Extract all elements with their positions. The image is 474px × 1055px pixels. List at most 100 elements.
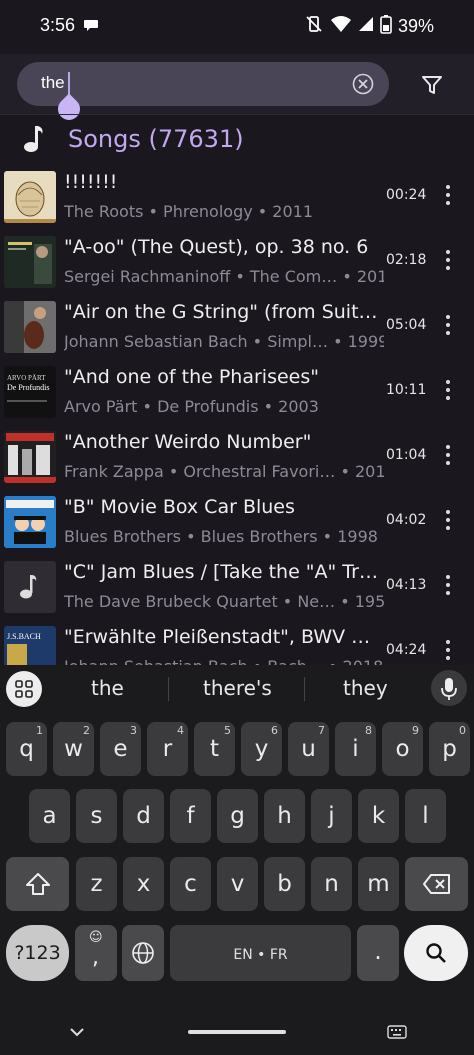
apps-grid-icon[interactable]	[6, 671, 42, 707]
search-key[interactable]	[404, 925, 468, 981]
album-art-blues-brothers	[4, 496, 56, 548]
song-subtitle: Johann Sebastian Bach • Simpl… • 1999	[64, 332, 384, 351]
period-key[interactable]: .	[357, 925, 399, 981]
language-key[interactable]	[122, 925, 164, 981]
song-duration: 02:18	[386, 252, 427, 268]
backspace-key[interactable]	[405, 857, 468, 911]
key-o[interactable]: 9o	[382, 722, 423, 776]
key-label: e	[113, 736, 128, 762]
album-art-bach-cello	[4, 301, 56, 353]
navigation-bar	[0, 1010, 474, 1055]
key-p[interactable]: 0p	[429, 722, 470, 776]
home-gesture-bar[interactable]	[188, 1030, 286, 1034]
key-q[interactable]: 1q	[6, 722, 47, 776]
song-row[interactable]: !!!!!!! The Roots • Phrenology • 2011 00…	[0, 165, 474, 230]
soft-keyboard: the there's they 1q2w3e4r5t6y7u8i9o0p as…	[0, 665, 474, 1055]
more-options-icon[interactable]	[438, 378, 458, 402]
search-input[interactable]: the	[17, 62, 389, 125]
key-i[interactable]: 8i	[335, 722, 376, 776]
clear-icon[interactable]	[352, 73, 374, 95]
key-z[interactable]: z	[76, 857, 117, 911]
more-options-icon[interactable]	[438, 313, 458, 337]
key-v[interactable]: v	[217, 857, 258, 911]
status-icons: 39%	[304, 14, 434, 38]
key-l[interactable]: l	[405, 789, 446, 843]
song-row[interactable]: ARVO PÄRT De Profundis "And one of the P…	[0, 360, 474, 425]
key-label: t	[209, 736, 220, 762]
suggestion-separator	[168, 677, 169, 701]
search-query-text[interactable]: the	[41, 73, 65, 93]
key-d[interactable]: d	[123, 789, 164, 843]
key-e[interactable]: 3e	[100, 722, 141, 776]
shift-key[interactable]	[6, 857, 69, 911]
more-options-icon[interactable]	[438, 638, 458, 662]
key-h[interactable]: h	[264, 789, 305, 843]
album-art-portrait	[7, 644, 27, 665]
song-duration: 00:24	[386, 187, 427, 203]
song-subtitle: The Roots • Phrenology • 2011	[64, 202, 314, 221]
album-art-bach-cantatas: J.S.BACH	[4, 626, 56, 665]
song-title: !!!!!!!	[64, 171, 118, 193]
more-options-icon[interactable]	[438, 573, 458, 597]
key-label: u	[301, 736, 316, 762]
key-u[interactable]: 7u	[288, 722, 329, 776]
suggestion-3[interactable]: they	[343, 676, 388, 700]
album-art-phrenology	[4, 171, 56, 223]
more-options-icon[interactable]	[438, 248, 458, 272]
album-art-zappa	[4, 431, 56, 483]
song-row[interactable]: "B" Movie Box Car Blues Blues Brothers •…	[0, 490, 474, 555]
key-s[interactable]: s	[76, 789, 117, 843]
song-title: "Another Weirdo Number"	[64, 431, 312, 453]
song-row[interactable]: "C" Jam Blues / [Take the "A" Train] The…	[0, 555, 474, 620]
key-k[interactable]: k	[358, 789, 399, 843]
more-options-icon[interactable]	[438, 443, 458, 467]
key-a[interactable]: a	[29, 789, 70, 843]
emoji-comma-key[interactable]: ☺ ,	[75, 925, 117, 981]
key-c[interactable]: c	[170, 857, 211, 911]
suggestion-1[interactable]: the	[91, 676, 124, 700]
key-hint: 7	[318, 724, 325, 737]
key-r[interactable]: 4r	[147, 722, 188, 776]
key-label: r	[162, 736, 173, 762]
key-y[interactable]: 6y	[241, 722, 282, 776]
song-row[interactable]: "Air on the G String" (from Suite II… Jo…	[0, 295, 474, 360]
key-t[interactable]: 5t	[194, 722, 235, 776]
more-options-icon[interactable]	[438, 508, 458, 532]
key-m[interactable]: m	[358, 857, 399, 911]
space-key[interactable]: EN • FR	[170, 925, 351, 981]
key-x[interactable]: x	[123, 857, 164, 911]
keyboard-switch-icon[interactable]	[387, 1024, 407, 1043]
hide-keyboard-icon[interactable]	[68, 1024, 86, 1043]
song-duration: 04:24	[386, 642, 427, 658]
key-label: y	[254, 736, 269, 762]
song-subtitle: The Dave Brubeck Quartet • Ne… • 1958	[64, 592, 384, 611]
song-title: "And one of the Pharisees"	[64, 366, 319, 388]
suggestion-2[interactable]: there's	[203, 676, 272, 700]
song-title: "C" Jam Blues / [Take the "A" Train]	[64, 561, 379, 583]
song-title: "B" Movie Box Car Blues	[64, 496, 295, 518]
key-w[interactable]: 2w	[53, 722, 94, 776]
status-time: 3:56	[40, 15, 76, 35]
song-title: "A-oo" (The Quest), op. 38 no. 6	[64, 236, 369, 258]
song-title: "Air on the G String" (from Suite II…	[64, 301, 379, 323]
song-duration: 05:04	[386, 317, 427, 333]
key-j[interactable]: j	[311, 789, 352, 843]
microphone-icon[interactable]	[431, 670, 467, 706]
song-row[interactable]: J.S.BACH "Erwählte Pleißenstadt", BWV 21…	[0, 620, 474, 665]
key-g[interactable]: g	[217, 789, 258, 843]
song-row[interactable]: "Another Weirdo Number" Frank Zappa • Or…	[0, 425, 474, 490]
search-icon	[426, 943, 446, 963]
comma-label: ,	[92, 945, 99, 970]
symbols-key[interactable]: ?123	[6, 925, 69, 981]
key-n[interactable]: n	[311, 857, 352, 911]
key-f[interactable]: f	[170, 789, 211, 843]
album-art-placeholder	[4, 561, 56, 613]
song-row[interactable]: "A-oo" (The Quest), op. 38 no. 6 Sergei …	[0, 230, 474, 295]
more-options-icon[interactable]	[438, 183, 458, 207]
key-label: o	[395, 736, 410, 762]
filter-icon[interactable]	[418, 71, 446, 99]
song-list[interactable]: !!!!!!! The Roots • Phrenology • 2011 00…	[0, 165, 474, 665]
key-b[interactable]: b	[264, 857, 305, 911]
song-subtitle: Sergei Rachmaninoff • The Com… • 2014	[64, 267, 384, 286]
battery-percent: 39%	[397, 15, 434, 36]
